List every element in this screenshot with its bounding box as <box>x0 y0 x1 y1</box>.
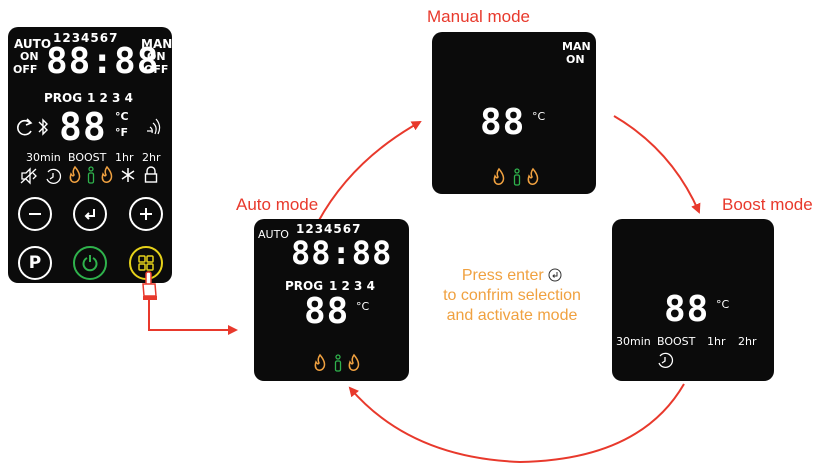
controller-boost: BOOST <box>68 151 107 164</box>
instruction-text: Press enter to confrim selection and act… <box>412 266 612 326</box>
snowflake-icon <box>121 168 135 182</box>
timer-icon <box>46 168 62 184</box>
timer-icon <box>658 352 674 368</box>
auto-unit: °C <box>356 300 370 313</box>
auto-mode-title: Auto mode <box>236 195 319 214</box>
flame-icon <box>493 167 505 185</box>
flame-icon <box>348 353 360 371</box>
controller-off-left: OFF <box>13 63 38 76</box>
controller-on-left: ON <box>20 50 39 63</box>
signal-icon <box>147 118 161 135</box>
lock-icon <box>144 166 158 183</box>
auto-temp: 88 <box>304 291 350 332</box>
instruction-line-2: to confrim selection <box>443 287 581 304</box>
plus-icon <box>140 208 152 220</box>
boost-mode-title: Boost mode <box>722 195 813 214</box>
manual-unit: °C <box>532 110 546 123</box>
power-icon <box>82 255 98 272</box>
flame-icon <box>527 167 539 185</box>
auto-mode-display: AUTO 1234567 88:88 PROG 1 2 3 4 88 °C <box>254 219 409 381</box>
program-button-label: P <box>28 253 42 273</box>
boost-time-2hr: 2hr <box>738 335 757 348</box>
grid-icon <box>138 255 154 271</box>
arrow-controller-to-auto <box>148 300 238 335</box>
boost-temp: 88 <box>664 289 710 330</box>
controller-time-2hr: 2hr <box>142 151 161 164</box>
boost-mode-display: 88 °C 30min BOOST 1hr 2hr <box>612 219 774 381</box>
auto-clock: 88:88 <box>291 234 393 272</box>
person-icon <box>87 166 95 184</box>
controller-unit-f: °F <box>115 126 129 139</box>
controller-time-30: 30min <box>26 151 61 164</box>
mute-icon <box>20 167 37 185</box>
boost-time-1hr: 1hr <box>707 335 726 348</box>
cycle-icon <box>17 118 33 136</box>
instruction-line-3: and activate mode <box>446 307 578 324</box>
pointing-hand-icon <box>142 271 157 300</box>
plus-button[interactable] <box>129 197 163 231</box>
controller-prog-numbers: 1 2 3 4 <box>87 91 133 105</box>
controller-panel: AUTO 1234567 MAN ON OFF ON OFF 88:88 PRO… <box>8 27 172 283</box>
arrow-auto-to-manual <box>317 121 422 223</box>
person-icon <box>334 354 342 372</box>
manual-man-label: MAN <box>562 40 591 53</box>
flame-icon <box>69 165 81 183</box>
minus-button[interactable] <box>18 197 52 231</box>
manual-mode-title: Manual mode <box>427 7 531 26</box>
boost-unit: °C <box>716 298 730 311</box>
controller-time-1hr: 1hr <box>115 151 134 164</box>
manual-on-label: ON <box>566 53 585 66</box>
enter-icon <box>548 268 562 282</box>
controller-clock: 88:88 <box>46 41 160 82</box>
boost-label: BOOST <box>657 335 696 348</box>
power-button[interactable] <box>73 246 107 280</box>
arrow-manual-to-boost <box>613 115 701 214</box>
manual-mode-display: MAN ON 88 °C <box>432 32 596 194</box>
program-button[interactable]: P <box>18 246 52 280</box>
arrow-boost-to-auto <box>348 383 685 464</box>
manual-temp: 88 <box>480 102 526 143</box>
person-icon <box>513 168 521 186</box>
bluetooth-icon <box>38 118 48 136</box>
controller-prog-label: PROG <box>44 91 83 105</box>
auto-auto-label: AUTO <box>258 228 289 241</box>
minus-icon <box>29 213 41 215</box>
enter-button[interactable] <box>73 197 107 231</box>
flame-icon <box>101 165 113 183</box>
boost-time-30: 30min <box>616 335 651 348</box>
enter-icon <box>84 209 95 220</box>
controller-temp: 88 <box>59 105 107 149</box>
controller-unit-c: °C <box>115 110 129 123</box>
flame-icon <box>314 353 326 371</box>
instruction-line-1: Press enter <box>412 266 612 286</box>
